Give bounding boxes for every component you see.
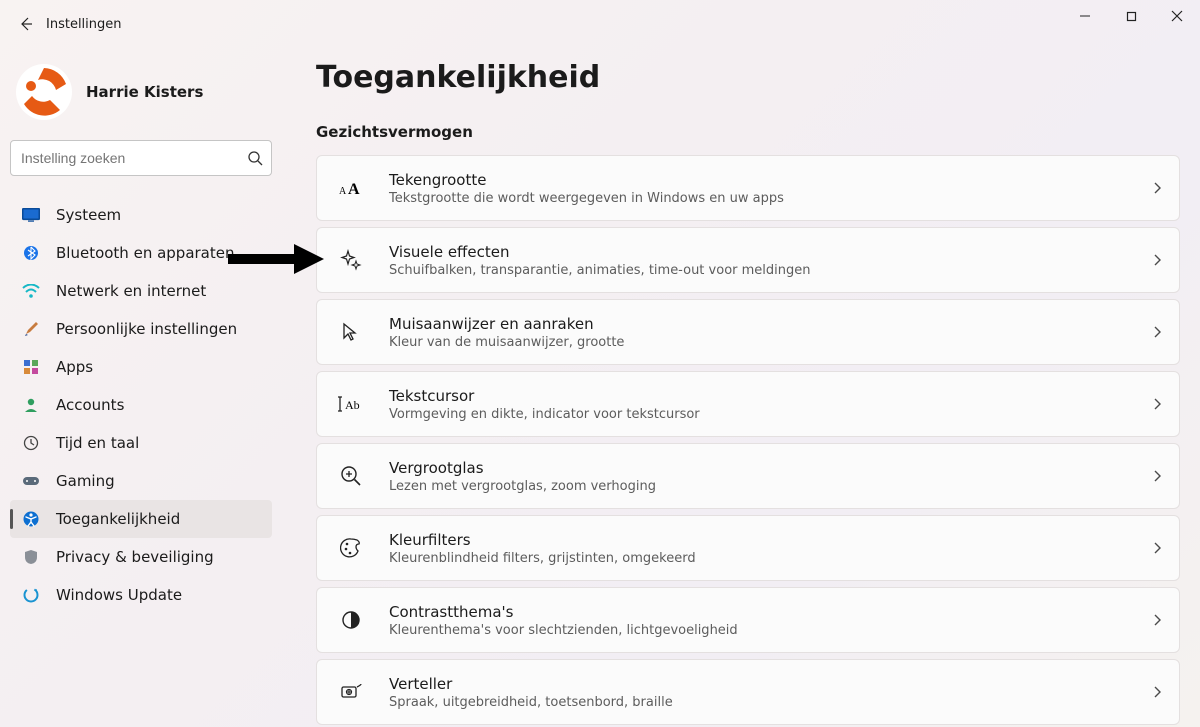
search-icon [247, 150, 263, 166]
svg-text:Ab: Ab [345, 398, 360, 412]
sidebar-item-label: Gaming [56, 472, 115, 490]
search-box[interactable] [10, 140, 272, 176]
sidebar-item-gaming[interactable]: Gaming [10, 462, 272, 500]
card-title: Muisaanwijzer en aanraken [389, 315, 1143, 333]
card-title: Tekstcursor [389, 387, 1143, 405]
chevron-right-icon [1153, 326, 1161, 338]
window-controls [1062, 0, 1200, 32]
svg-text:A: A [348, 181, 360, 198]
card-subtitle: Kleur van de muisaanwijzer, grootte [389, 335, 1143, 350]
text-size-icon: AA [335, 178, 367, 198]
sidebar-item-bluetooth[interactable]: Bluetooth en apparaten [10, 234, 272, 272]
sidebar-item-network[interactable]: Netwerk en internet [10, 272, 272, 310]
sidebar-item-system[interactable]: Systeem [10, 196, 272, 234]
card-title: Kleurfilters [389, 531, 1143, 549]
user-name: Harrie Kisters [86, 83, 203, 101]
display-icon [20, 208, 42, 222]
card-title: Contrastthema's [389, 603, 1143, 621]
gamepad-icon [20, 475, 42, 487]
card-text-cursor[interactable]: Ab Tekstcursor Vormgeving en dikte, indi… [316, 371, 1180, 437]
sidebar-item-personalization[interactable]: Persoonlijke instellingen [10, 310, 272, 348]
sidebar-item-label: Apps [56, 358, 93, 376]
minimize-icon [1079, 10, 1091, 22]
card-narrator[interactable]: Verteller Spraak, uitgebreidheid, toetse… [316, 659, 1180, 725]
chevron-right-icon [1153, 614, 1161, 626]
sidebar-item-windows-update[interactable]: Windows Update [10, 576, 272, 614]
cursor-icon [335, 321, 367, 343]
card-title: Visuele effecten [389, 243, 1143, 261]
card-title: Verteller [389, 675, 1143, 693]
close-icon [1171, 10, 1183, 22]
chevron-right-icon [1153, 542, 1161, 554]
card-contrast-themes[interactable]: Contrastthema's Kleurenthema's voor slec… [316, 587, 1180, 653]
sidebar-item-label: Persoonlijke instellingen [56, 320, 237, 338]
arrow-left-icon [18, 16, 34, 32]
chevron-right-icon [1153, 686, 1161, 698]
palette-icon [335, 537, 367, 559]
card-text-size[interactable]: AA Tekengrootte Tekstgrootte die wordt w… [316, 155, 1180, 221]
user-section[interactable]: Harrie Kisters [16, 64, 203, 120]
wifi-icon [20, 284, 42, 298]
minimize-button[interactable] [1062, 0, 1108, 32]
card-subtitle: Kleurenblindheid filters, grijstinten, o… [389, 551, 1143, 566]
sidebar-nav: Systeem Bluetooth en apparaten Netwerk e… [10, 196, 272, 614]
maximize-button[interactable] [1108, 0, 1154, 32]
chevron-right-icon [1153, 398, 1161, 410]
sidebar-item-label: Privacy & beveiliging [56, 548, 214, 566]
card-visual-effects[interactable]: Visuele effecten Schuifbalken, transpara… [316, 227, 1180, 293]
back-button[interactable] [12, 10, 40, 38]
maximize-icon [1126, 11, 1137, 22]
card-subtitle: Spraak, uitgebreidheid, toetsenbord, bra… [389, 695, 1143, 710]
sidebar-item-label: Accounts [56, 396, 124, 414]
sidebar-item-apps[interactable]: Apps [10, 348, 272, 386]
sidebar-item-label: Tijd en taal [56, 434, 139, 452]
card-subtitle: Schuifbalken, transparantie, animaties, … [389, 263, 1143, 278]
titlebar: Instellingen [0, 0, 1200, 48]
sidebar-item-privacy[interactable]: Privacy & beveiliging [10, 538, 272, 576]
contrast-icon [335, 610, 367, 630]
narrator-icon [335, 681, 367, 703]
bluetooth-icon [20, 245, 42, 261]
sidebar-item-label: Toegankelijkheid [56, 510, 180, 528]
sidebar-item-label: Netwerk en internet [56, 282, 206, 300]
close-button[interactable] [1154, 0, 1200, 32]
sidebar-item-label: Systeem [56, 206, 121, 224]
avatar-icon [16, 64, 72, 120]
card-title: Vergrootglas [389, 459, 1143, 477]
search-input[interactable] [21, 150, 247, 166]
card-subtitle: Tekstgrootte die wordt weergegeven in Wi… [389, 191, 1143, 206]
card-subtitle: Vormgeving en dikte, indicator voor teks… [389, 407, 1143, 422]
chevron-right-icon [1153, 182, 1161, 194]
svg-text:A: A [339, 186, 347, 197]
main-content: Toegankelijkheid Gezichtsvermogen AA Tek… [316, 48, 1180, 727]
shield-icon [20, 549, 42, 565]
magnifier-plus-icon [335, 465, 367, 487]
card-color-filters[interactable]: Kleurfilters Kleurenblindheid filters, g… [316, 515, 1180, 581]
paintbrush-icon [20, 321, 42, 337]
chevron-right-icon [1153, 254, 1161, 266]
page-title: Toegankelijkheid [316, 60, 1180, 95]
app-title: Instellingen [46, 17, 122, 32]
apps-icon [20, 359, 42, 375]
sidebar-item-accessibility[interactable]: Toegankelijkheid [10, 500, 272, 538]
card-subtitle: Kleurenthema's voor slechtzienden, licht… [389, 623, 1143, 638]
card-magnifier[interactable]: Vergrootglas Lezen met vergrootglas, zoo… [316, 443, 1180, 509]
chevron-right-icon [1153, 470, 1161, 482]
update-icon [20, 587, 42, 603]
text-cursor-icon: Ab [335, 395, 367, 413]
accessibility-icon [20, 511, 42, 527]
clock-globe-icon [20, 435, 42, 451]
avatar [16, 64, 72, 120]
section-header: Gezichtsvermogen [316, 123, 1180, 141]
card-mouse-pointer[interactable]: Muisaanwijzer en aanraken Kleur van de m… [316, 299, 1180, 365]
card-title: Tekengrootte [389, 171, 1143, 189]
sidebar-item-label: Bluetooth en apparaten [56, 244, 235, 262]
sidebar-item-label: Windows Update [56, 586, 182, 604]
sparkle-icon [335, 249, 367, 271]
sidebar-item-accounts[interactable]: Accounts [10, 386, 272, 424]
card-subtitle: Lezen met vergrootglas, zoom verhoging [389, 479, 1143, 494]
person-icon [20, 397, 42, 413]
sidebar-item-time-language[interactable]: Tijd en taal [10, 424, 272, 462]
